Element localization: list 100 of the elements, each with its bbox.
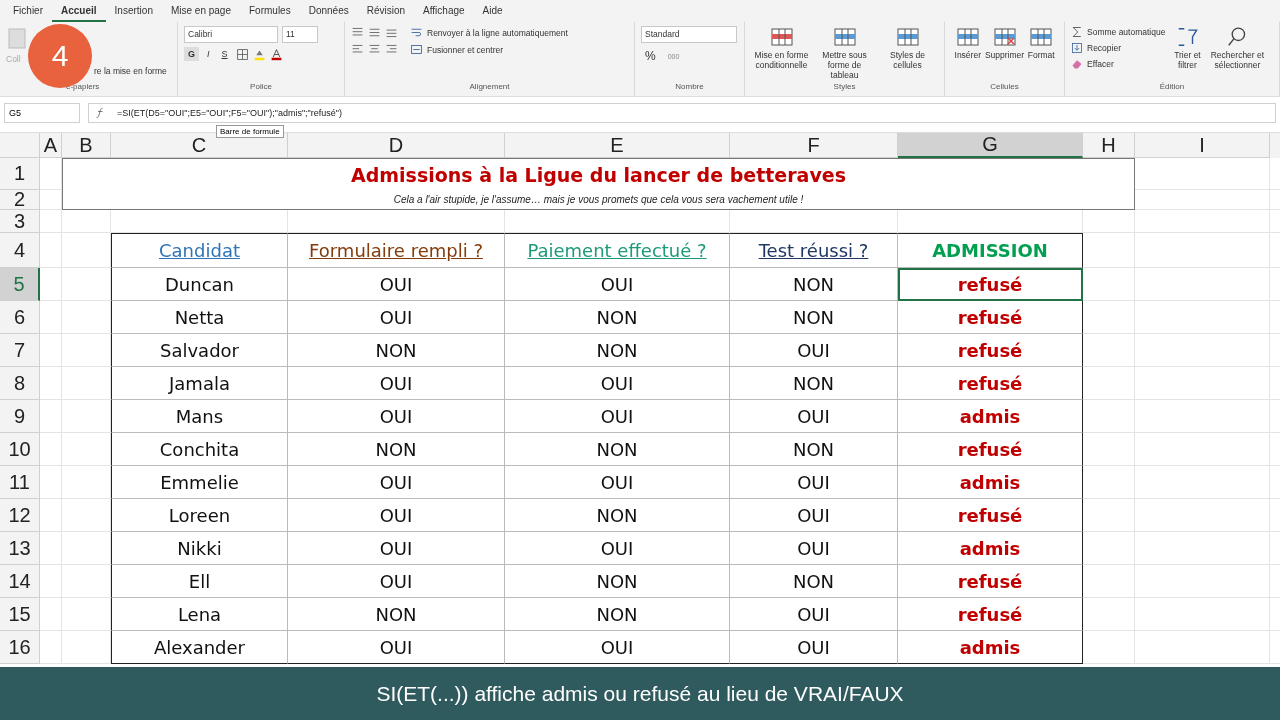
row-header[interactable]: 14 bbox=[0, 565, 40, 598]
row-header[interactable]: 16 bbox=[0, 631, 40, 664]
number-format-dropdown[interactable]: Standard bbox=[641, 26, 737, 43]
empty-cell bbox=[40, 210, 62, 233]
table-cell: refusé bbox=[898, 499, 1083, 532]
name-box[interactable]: G5 bbox=[4, 102, 80, 123]
row-header[interactable]: 5 bbox=[0, 268, 40, 301]
styles-button[interactable]: Styles de cellules bbox=[877, 50, 938, 71]
row-header[interactable]: 11 bbox=[0, 466, 40, 499]
table-cell: OUI bbox=[730, 400, 898, 433]
sigma-icon[interactable] bbox=[1071, 26, 1083, 38]
row-header[interactable]: 2 bbox=[0, 190, 40, 210]
insert-cells-icon[interactable] bbox=[955, 26, 980, 48]
table-cell: Jamala bbox=[111, 367, 288, 400]
column-header[interactable]: I bbox=[1135, 133, 1270, 158]
ribbon-tab[interactable]: Formules bbox=[240, 0, 300, 22]
empty-cell bbox=[62, 367, 111, 400]
cells-button[interactable]: Insérer bbox=[954, 50, 981, 61]
row-header[interactable]: 8 bbox=[0, 367, 40, 400]
underline-button[interactable]: S bbox=[217, 47, 232, 61]
align-left-icon[interactable] bbox=[351, 43, 364, 56]
align-top-icon[interactable] bbox=[351, 26, 364, 39]
edit-command[interactable]: Recopier bbox=[1087, 43, 1122, 53]
find-select-button[interactable]: Rechercher et sélectionner bbox=[1209, 50, 1266, 71]
table-cell: refusé bbox=[898, 433, 1083, 466]
wrap-text-icon[interactable] bbox=[410, 26, 423, 39]
column-header[interactable]: B bbox=[62, 133, 111, 158]
merge-center-button[interactable]: Fusionner et centrer bbox=[427, 44, 504, 55]
edit-command[interactable]: Effacer bbox=[1087, 59, 1114, 69]
styles-button[interactable]: Mettre sous forme de tableau bbox=[814, 50, 875, 81]
ribbon-tab[interactable]: Révision bbox=[357, 0, 415, 22]
row-header[interactable]: 10 bbox=[0, 433, 40, 466]
table-format-icon[interactable] bbox=[832, 26, 857, 48]
clipboard-icon[interactable] bbox=[6, 26, 28, 50]
cell-styles-icon[interactable] bbox=[895, 26, 920, 48]
edit-command[interactable]: Somme automatique bbox=[1087, 27, 1166, 37]
merge-cells-icon[interactable] bbox=[410, 43, 423, 56]
ribbon-tab[interactable]: Fichier bbox=[4, 0, 52, 22]
formula-bar[interactable]: =SI(ET(D5="OUI";E5="OUI";F5="OUI");"admis";"refusé") bbox=[88, 102, 1276, 123]
row-header[interactable]: 4 bbox=[0, 233, 40, 268]
font-size-dropdown[interactable]: 11 bbox=[282, 26, 318, 43]
styles-button[interactable]: Mise en forme conditionnelle bbox=[751, 50, 812, 71]
table-cell: OUI bbox=[288, 631, 505, 664]
ribbon-tab[interactable]: Mise en page bbox=[161, 0, 240, 22]
table-cell: admis bbox=[898, 631, 1083, 664]
align-middle-icon[interactable] bbox=[368, 26, 381, 39]
cells-button[interactable]: Format bbox=[1027, 50, 1055, 61]
eraser-icon[interactable] bbox=[1071, 58, 1083, 70]
column-header[interactable]: D bbox=[288, 133, 505, 158]
wrap-text-button[interactable]: Renvoyer à la ligne automatiquement bbox=[427, 27, 568, 38]
align-bottom-icon[interactable] bbox=[385, 26, 398, 39]
cells-button[interactable]: Supprimer bbox=[984, 50, 1025, 61]
empty-cell bbox=[62, 268, 111, 301]
group-label: Nombre bbox=[674, 82, 705, 93]
font-name-dropdown[interactable]: Calibri bbox=[184, 26, 278, 43]
empty-cell bbox=[1083, 499, 1135, 532]
percent-button[interactable]: % bbox=[641, 47, 660, 65]
conditional-format-icon[interactable] bbox=[769, 26, 794, 48]
column-header[interactable]: G bbox=[898, 133, 1083, 158]
align-right-icon[interactable] bbox=[385, 43, 398, 56]
column-heading: Paiement effectué ? bbox=[505, 233, 730, 268]
row-header[interactable]: 1 bbox=[0, 158, 40, 190]
row-header[interactable]: 3 bbox=[0, 210, 40, 233]
row-header[interactable]: 13 bbox=[0, 532, 40, 565]
bold-button[interactable]: G bbox=[184, 47, 199, 61]
table-cell: OUI bbox=[288, 532, 505, 565]
empty-cell bbox=[62, 400, 111, 433]
row-header[interactable]: 9 bbox=[0, 400, 40, 433]
sort-filter-button[interactable]: Trier et filtrer bbox=[1169, 50, 1206, 71]
row-header[interactable]: 12 bbox=[0, 499, 40, 532]
empty-cell bbox=[40, 301, 62, 334]
italic-button[interactable]: I bbox=[203, 47, 214, 61]
column-header[interactable]: C bbox=[111, 133, 288, 158]
column-header[interactable]: E bbox=[505, 133, 730, 158]
format-cells-icon[interactable] bbox=[1029, 26, 1054, 48]
fill-down-icon[interactable] bbox=[1071, 42, 1083, 54]
ribbon-tab[interactable]: Insertion bbox=[105, 0, 162, 22]
delete-cells-icon[interactable] bbox=[992, 26, 1017, 48]
table-cell: admis bbox=[898, 532, 1083, 565]
borders-icon[interactable] bbox=[235, 47, 249, 61]
ribbon-tab[interactable]: Aide bbox=[473, 0, 512, 22]
empty-cell bbox=[40, 433, 62, 466]
format-painter-button[interactable]: re la mise en forme bbox=[94, 66, 167, 76]
column-header[interactable]: A bbox=[40, 133, 62, 158]
fill-color-icon[interactable] bbox=[252, 47, 266, 61]
column-header[interactable]: H bbox=[1083, 133, 1135, 158]
table-cell: OUI bbox=[288, 301, 505, 334]
row-header[interactable]: 6 bbox=[0, 301, 40, 334]
align-center-icon[interactable] bbox=[368, 43, 381, 56]
ribbon-tab[interactable]: Données bbox=[299, 0, 358, 22]
empty-cell bbox=[62, 210, 111, 233]
table-cell: NON bbox=[505, 301, 730, 334]
group-label: Cellules bbox=[989, 82, 1020, 93]
column-header[interactable]: F bbox=[730, 133, 898, 158]
font-color-icon[interactable] bbox=[269, 47, 283, 61]
empty-cell bbox=[1083, 466, 1135, 499]
ribbon-tab[interactable]: Affichage bbox=[414, 0, 474, 22]
row-header[interactable]: 7 bbox=[0, 334, 40, 367]
row-header[interactable]: 15 bbox=[0, 598, 40, 631]
table-cell: Netta bbox=[111, 301, 288, 334]
